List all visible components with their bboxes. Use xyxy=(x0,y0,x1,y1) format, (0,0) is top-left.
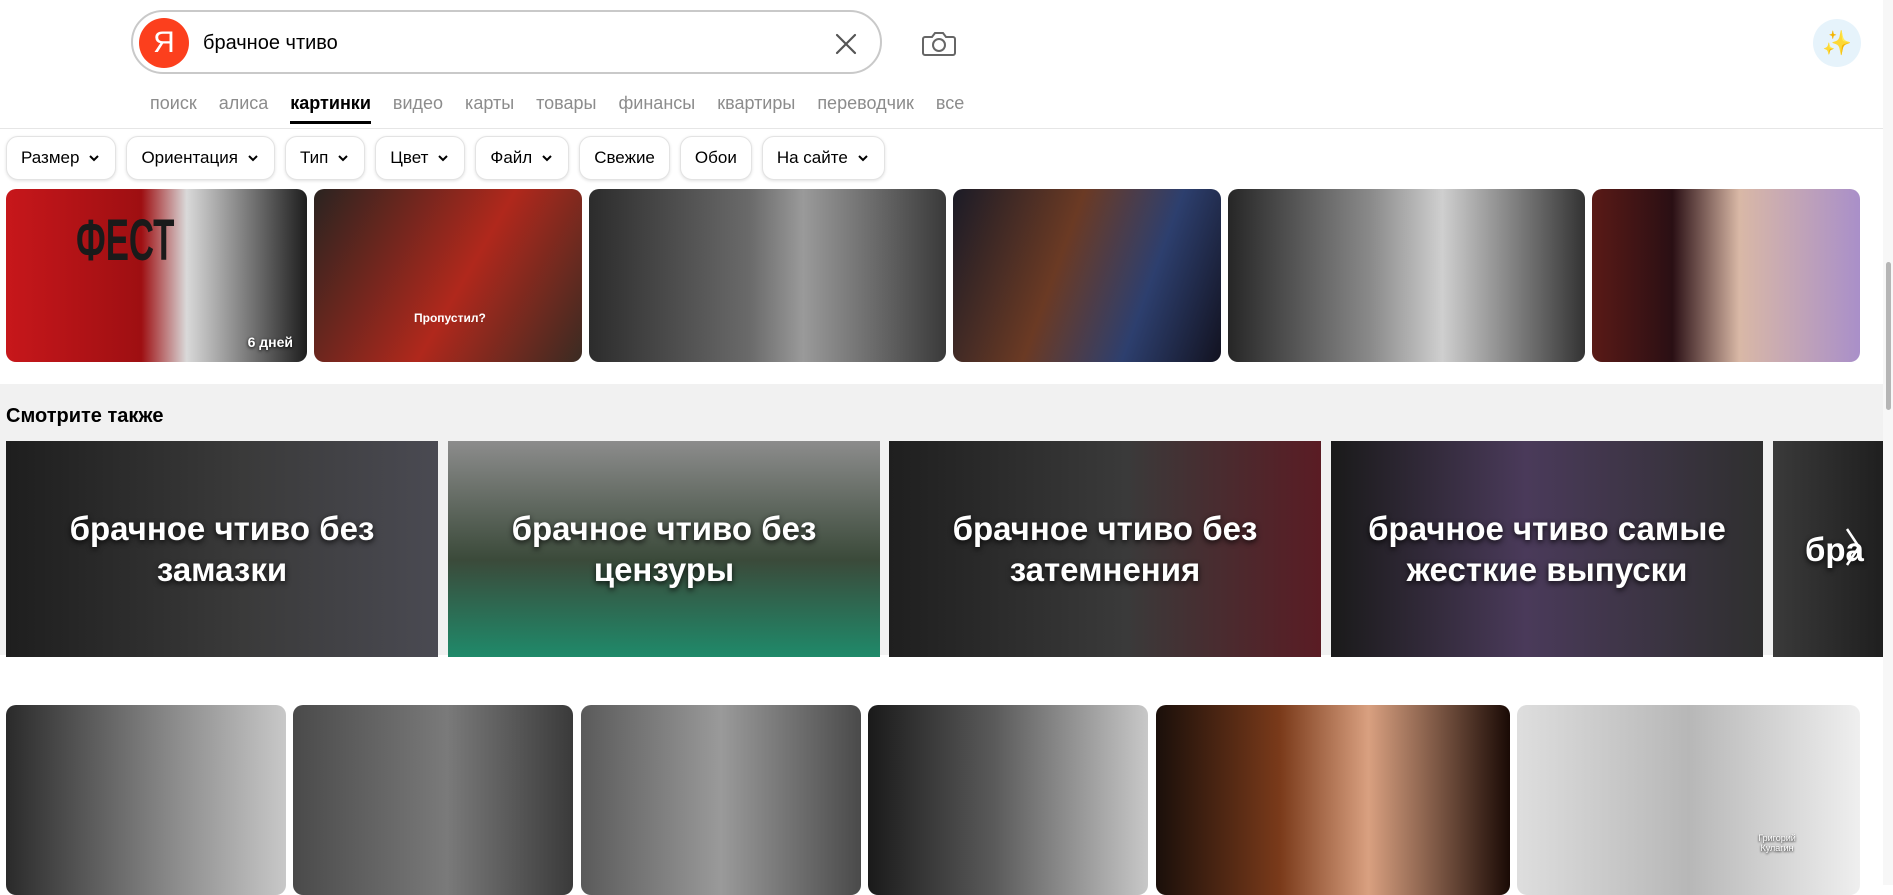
tab-images[interactable]: картинки xyxy=(290,92,371,124)
related-query-card[interactable]: брачное чтиво самые жесткие выпуски xyxy=(1331,441,1763,657)
image-result[interactable] xyxy=(1156,705,1510,895)
tab-alice[interactable]: алиса xyxy=(219,92,269,124)
chevron-down-icon xyxy=(438,155,449,162)
filter-label: Размер xyxy=(21,148,80,167)
tab-finance[interactable]: финансы xyxy=(619,92,696,124)
image-result[interactable] xyxy=(293,705,573,895)
filter-label: Обои xyxy=(694,148,737,167)
related-query-label: брачное чтиво без затемнения xyxy=(952,510,1258,588)
image-caption: Пропустил? xyxy=(414,311,486,325)
filter-size[interactable]: Размер xyxy=(6,136,117,180)
image-result[interactable] xyxy=(6,705,286,895)
image-caption: Григорий Кулагин xyxy=(1758,833,1796,853)
chevron-down-icon xyxy=(338,155,349,162)
filter-label: Файл xyxy=(490,148,533,167)
scrollbar-thumb[interactable] xyxy=(1886,262,1891,410)
search-input[interactable] xyxy=(203,26,813,60)
filter-file[interactable]: Файл xyxy=(475,136,570,180)
image-result[interactable]: ФЕСТ 6 дней xyxy=(6,189,307,362)
tab-search[interactable]: поиск xyxy=(150,92,197,124)
page-scrollbar[interactable] xyxy=(1883,0,1893,885)
header: Я ✨ поиск алиса картинки видео карты тов… xyxy=(0,0,1893,129)
filter-color[interactable]: Цвет xyxy=(375,136,466,180)
sparkle-icon[interactable]: ✨ xyxy=(1813,19,1861,67)
filter-wallpapers[interactable]: Обои xyxy=(679,136,752,180)
tab-products[interactable]: товары xyxy=(536,92,596,124)
camera-icon[interactable] xyxy=(920,26,958,60)
logo-letter: Я xyxy=(153,26,175,59)
image-result[interactable] xyxy=(868,705,1148,895)
image-result[interactable] xyxy=(1228,189,1585,362)
image-result[interactable]: Григорий Кулагин xyxy=(1517,705,1860,895)
filter-label: Свежие xyxy=(594,148,655,167)
filter-on-site[interactable]: На сайте xyxy=(761,136,885,180)
filter-fresh[interactable]: Свежие xyxy=(579,136,670,180)
filter-orientation[interactable]: Ориентация xyxy=(126,136,275,180)
related-query-card[interactable]: бра xyxy=(1773,441,1883,657)
related-query-card[interactable]: брачное чтиво без цензуры xyxy=(448,441,880,657)
chevron-right-icon[interactable] xyxy=(1843,525,1863,569)
tab-video[interactable]: видео xyxy=(393,92,443,124)
filter-label: Тип xyxy=(299,148,329,167)
chevron-down-icon xyxy=(248,155,258,162)
filter-label: На сайте xyxy=(776,148,848,167)
related-query-card[interactable]: брачное чтиво без замазки xyxy=(6,441,438,657)
image-result[interactable] xyxy=(581,705,861,895)
related-query-card[interactable]: брачное чтиво без затемнения xyxy=(889,441,1321,657)
yandex-logo[interactable]: Я xyxy=(139,18,189,68)
tab-apartments[interactable]: квартиры xyxy=(717,92,795,124)
see-also-title: Смотрите также xyxy=(6,405,164,427)
filter-type[interactable]: Тип xyxy=(284,136,366,180)
related-query-label: брачное чтиво без замазки xyxy=(69,510,375,588)
related-query-label: брачное чтиво без цензуры xyxy=(511,510,817,588)
filter-label: Цвет xyxy=(390,148,429,167)
image-caption: ФЕСТ xyxy=(76,208,175,273)
age-badge: 6 дней xyxy=(247,334,293,350)
tab-maps[interactable]: карты xyxy=(465,92,514,124)
related-query-label: бра xyxy=(1805,530,1864,568)
tab-translator[interactable]: переводчик xyxy=(817,92,914,124)
chevron-down-icon xyxy=(89,155,100,162)
chevron-down-icon xyxy=(542,155,552,162)
image-result[interactable] xyxy=(953,189,1221,362)
close-icon[interactable] xyxy=(829,27,863,61)
image-result[interactable] xyxy=(589,189,946,362)
service-tabs: поиск алиса картинки видео карты товары … xyxy=(150,92,986,124)
tab-all[interactable]: все xyxy=(936,92,964,124)
chevron-down-icon xyxy=(858,155,868,162)
filter-bar: Размер Ориентация Тип Цвет Файл Свежие О… xyxy=(6,136,895,180)
image-result[interactable] xyxy=(1592,189,1860,362)
filter-label: Ориентация xyxy=(141,148,238,167)
related-query-label: брачное чтиво самые жесткие выпуски xyxy=(1368,510,1726,588)
image-result[interactable]: Пропустил? xyxy=(314,189,582,362)
